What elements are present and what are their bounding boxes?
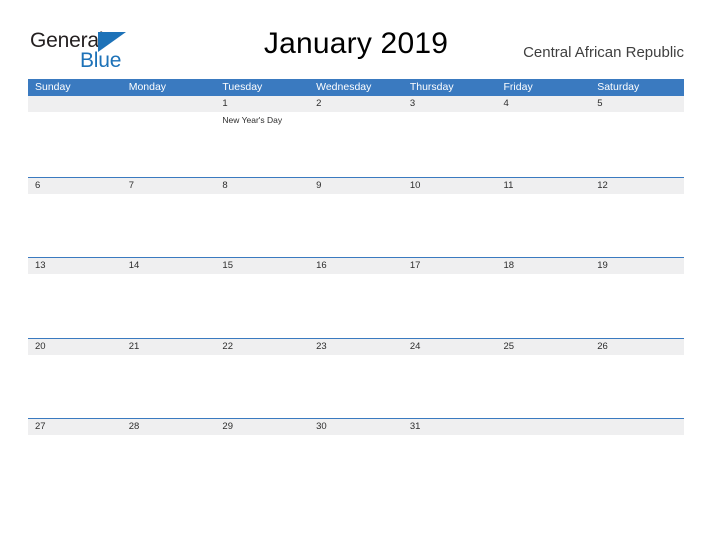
day-number[interactable]: 5 <box>590 96 684 112</box>
day-number[interactable]: 24 <box>403 339 497 355</box>
day-number[interactable]: 7 <box>122 178 216 194</box>
day-events <box>309 274 403 337</box>
page-header: General Blue January 2019 Central Africa… <box>0 0 712 78</box>
day-number[interactable]: 10 <box>403 178 497 194</box>
week-event-strip: New Year's Day <box>28 112 684 175</box>
day-events <box>28 355 122 418</box>
day-number[interactable]: 28 <box>122 419 216 435</box>
day-events <box>215 435 309 498</box>
day-number[interactable]: 13 <box>28 258 122 274</box>
day-events <box>590 355 684 418</box>
calendar-grid: Sunday Monday Tuesday Wednesday Thursday… <box>28 79 684 499</box>
day-number[interactable] <box>28 96 122 112</box>
day-number[interactable]: 8 <box>215 178 309 194</box>
day-events <box>590 112 684 175</box>
day-number[interactable] <box>590 419 684 435</box>
week-event-strip <box>28 355 684 418</box>
day-events <box>28 274 122 337</box>
weekday-header-saturday: Saturday <box>597 81 640 93</box>
day-events: New Year's Day <box>215 112 309 175</box>
day-number[interactable]: 14 <box>122 258 216 274</box>
weekday-header-row: Sunday Monday Tuesday Wednesday Thursday… <box>28 79 684 96</box>
day-events <box>122 355 216 418</box>
day-events <box>215 274 309 337</box>
week-date-strip: 27 28 29 30 31 <box>28 419 684 435</box>
weekday-header-friday: Friday <box>503 81 533 93</box>
week-date-strip: 20 21 22 23 24 25 26 <box>28 338 684 355</box>
day-events <box>215 355 309 418</box>
day-events <box>403 112 497 175</box>
week-row: 1 2 3 4 5 New Year's Day <box>28 96 684 177</box>
day-events <box>28 194 122 257</box>
week-date-strip: 13 14 15 16 17 18 19 <box>28 258 684 274</box>
day-number[interactable]: 19 <box>590 258 684 274</box>
day-number[interactable]: 29 <box>215 419 309 435</box>
day-events <box>122 274 216 337</box>
day-events <box>403 435 497 498</box>
day-events <box>403 274 497 337</box>
day-number[interactable] <box>122 96 216 112</box>
day-number[interactable]: 2 <box>309 96 403 112</box>
day-events <box>590 435 684 498</box>
day-number[interactable]: 1 <box>215 96 309 112</box>
day-number[interactable]: 15 <box>215 258 309 274</box>
week-row: 20 21 22 23 24 25 26 <box>28 337 684 419</box>
day-events <box>122 194 216 257</box>
day-events <box>497 274 591 337</box>
weekday-header-sunday: Sunday <box>35 81 71 93</box>
weekday-header-wednesday: Wednesday <box>316 81 372 93</box>
day-events <box>309 435 403 498</box>
day-events <box>497 194 591 257</box>
day-number[interactable]: 22 <box>215 339 309 355</box>
day-number[interactable]: 25 <box>497 339 591 355</box>
day-number[interactable]: 17 <box>403 258 497 274</box>
day-number[interactable]: 18 <box>497 258 591 274</box>
day-number[interactable] <box>497 419 591 435</box>
day-events <box>403 355 497 418</box>
day-events <box>28 435 122 498</box>
day-number[interactable]: 27 <box>28 419 122 435</box>
day-number[interactable]: 9 <box>309 178 403 194</box>
day-number[interactable]: 4 <box>497 96 591 112</box>
day-events <box>309 194 403 257</box>
week-row: 6 7 8 9 10 11 12 <box>28 176 684 258</box>
day-number[interactable]: 23 <box>309 339 403 355</box>
day-events <box>590 194 684 257</box>
day-events <box>403 194 497 257</box>
week-row: 27 28 29 30 31 <box>28 418 684 499</box>
day-events <box>309 112 403 175</box>
day-events <box>122 112 216 175</box>
day-number[interactable]: 3 <box>403 96 497 112</box>
region-label: Central African Republic <box>523 44 684 61</box>
day-number[interactable]: 20 <box>28 339 122 355</box>
day-number[interactable]: 26 <box>590 339 684 355</box>
week-event-strip <box>28 435 684 498</box>
day-number[interactable]: 12 <box>590 178 684 194</box>
week-event-strip <box>28 194 684 257</box>
day-events <box>497 355 591 418</box>
week-date-strip: 1 2 3 4 5 <box>28 96 684 112</box>
day-number[interactable]: 21 <box>122 339 216 355</box>
day-events <box>215 194 309 257</box>
day-number[interactable]: 30 <box>309 419 403 435</box>
day-events <box>28 112 122 175</box>
weekday-header-thursday: Thursday <box>409 81 454 93</box>
day-events <box>122 435 216 498</box>
weekday-header-tuesday: Tuesday <box>222 81 263 93</box>
week-date-strip: 6 7 8 9 10 11 12 <box>28 177 684 194</box>
day-number[interactable]: 11 <box>497 178 591 194</box>
day-events <box>497 435 591 498</box>
day-events <box>309 355 403 418</box>
week-event-strip <box>28 274 684 337</box>
day-events <box>497 112 591 175</box>
weekday-header-monday: Monday <box>128 81 167 93</box>
week-row: 13 14 15 16 17 18 19 <box>28 257 684 338</box>
day-events <box>590 274 684 337</box>
event-label: New Year's Day <box>222 115 283 125</box>
day-number[interactable]: 6 <box>28 178 122 194</box>
day-number[interactable]: 31 <box>403 419 497 435</box>
day-number[interactable]: 16 <box>309 258 403 274</box>
